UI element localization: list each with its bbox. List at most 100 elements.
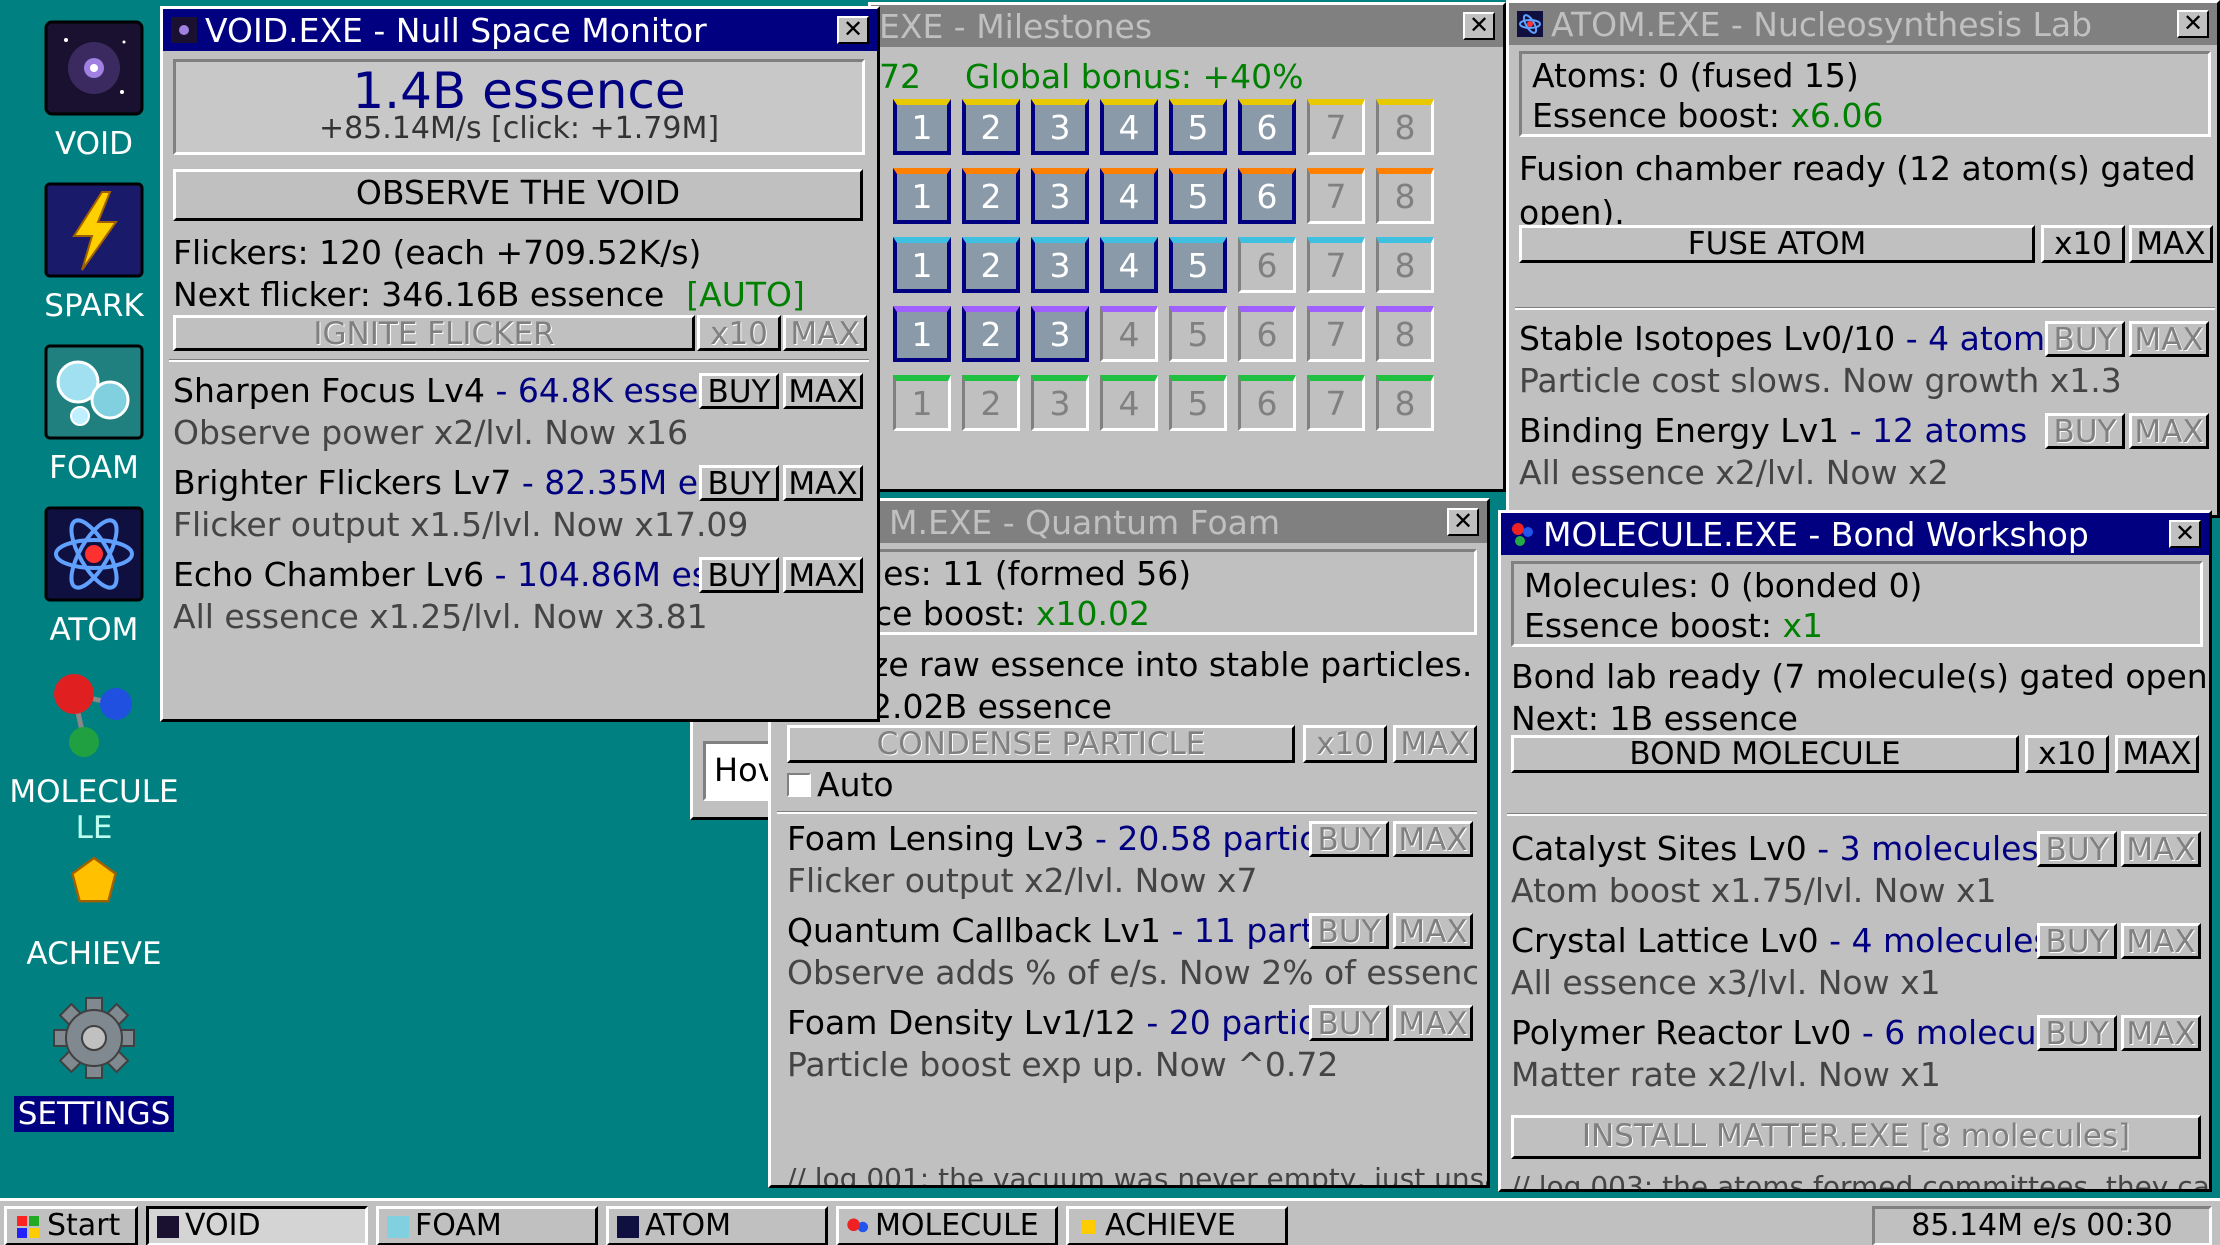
ignite-flicker-button[interactable]: IGNITE FLICKER: [173, 315, 695, 351]
buy-button[interactable]: BUY: [2045, 413, 2125, 449]
max-button[interactable]: MAX: [1393, 821, 1473, 857]
milestone-cell[interactable]: 5: [1169, 306, 1227, 362]
atom-window[interactable]: ATOM.EXE - Nucleosynthesis Lab ✕ Atoms: …: [1506, 0, 2220, 518]
buy-button[interactable]: BUY: [2037, 923, 2117, 959]
milestone-cell[interactable]: 1: [893, 237, 951, 293]
install-matter-button[interactable]: INSTALL MATTER.EXE [8 molecules]: [1511, 1115, 2201, 1159]
milestone-cell[interactable]: 5: [1169, 99, 1227, 155]
close-button[interactable]: ✕: [1463, 12, 1495, 40]
max-button[interactable]: MAX: [783, 557, 863, 593]
milestone-cell[interactable]: 2: [962, 237, 1020, 293]
milestone-cell[interactable]: 1: [893, 168, 951, 224]
milestone-cell[interactable]: 8: [1376, 99, 1434, 155]
desktop-icon-foam[interactable]: FOAM: [6, 344, 182, 486]
milestone-cell[interactable]: 3: [1031, 99, 1089, 155]
milestone-cell[interactable]: 3: [1031, 306, 1089, 362]
observe-void-button[interactable]: OBSERVE THE VOID: [173, 169, 863, 221]
milestone-cell[interactable]: 5: [1169, 375, 1227, 431]
buy-button[interactable]: BUY: [699, 465, 779, 501]
milestone-cell[interactable]: 4: [1100, 306, 1158, 362]
milestone-cell[interactable]: 7: [1307, 168, 1365, 224]
buy-button[interactable]: BUY: [1309, 913, 1389, 949]
max-button[interactable]: MAX: [2121, 1015, 2201, 1051]
buy-button[interactable]: BUY: [1309, 821, 1389, 857]
max-button[interactable]: MAX: [1393, 1005, 1473, 1041]
close-button[interactable]: ✕: [837, 16, 869, 44]
milestone-cell[interactable]: 6: [1238, 237, 1296, 293]
max-button[interactable]: MAX: [2129, 413, 2209, 449]
buy-button[interactable]: BUY: [699, 557, 779, 593]
max-button[interactable]: MAX: [1393, 725, 1477, 763]
milestone-cell[interactable]: 1: [893, 306, 951, 362]
milestone-cell[interactable]: 3: [1031, 237, 1089, 293]
desktop-icon-atom[interactable]: ATOM: [6, 506, 182, 648]
max-button[interactable]: MAX: [783, 315, 867, 351]
milestone-cell[interactable]: 6: [1238, 99, 1296, 155]
milestones-window[interactable]: EXE - Milestones ✕ 72 Global bonus: +40%…: [868, 2, 1506, 492]
max-button[interactable]: MAX: [1393, 913, 1473, 949]
max-button[interactable]: MAX: [783, 373, 863, 409]
taskbar-item-molecule[interactable]: MOLECULE: [836, 1206, 1058, 1245]
milestone-cell[interactable]: 7: [1307, 375, 1365, 431]
milestone-cell[interactable]: 1: [893, 99, 951, 155]
condense-particle-button[interactable]: CONDENSE PARTICLE: [787, 725, 1295, 763]
fuse-atom-button[interactable]: FUSE ATOM: [1519, 225, 2035, 263]
milestone-cell[interactable]: 8: [1376, 168, 1434, 224]
milestone-cell[interactable]: 2: [962, 168, 1020, 224]
milestone-cell[interactable]: 7: [1307, 306, 1365, 362]
max-button[interactable]: MAX: [2115, 735, 2199, 773]
taskbar-item-atom[interactable]: ATOM: [606, 1206, 828, 1245]
milestone-cell[interactable]: 8: [1376, 237, 1434, 293]
taskbar-item-void[interactable]: VOID: [146, 1206, 368, 1245]
milestone-cell[interactable]: 7: [1307, 99, 1365, 155]
milestone-cell[interactable]: 8: [1376, 375, 1434, 431]
buy-button[interactable]: BUY: [699, 373, 779, 409]
milestone-cell[interactable]: 8: [1376, 306, 1434, 362]
taskbar-item-achieve[interactable]: ACHIEVE: [1066, 1206, 1288, 1245]
close-button[interactable]: ✕: [1447, 508, 1479, 536]
milestone-cell[interactable]: 4: [1100, 99, 1158, 155]
buy-button[interactable]: BUY: [1309, 1005, 1389, 1041]
auto-checkbox[interactable]: [787, 773, 811, 797]
void-window[interactable]: VOID.EXE - Null Space Monitor ✕ 1.4B ess…: [160, 6, 880, 722]
milestone-cell[interactable]: 2: [962, 99, 1020, 155]
molecule-window[interactable]: MOLECULE.EXE - Bond Workshop ✕ Molecules…: [1498, 510, 2212, 1192]
milestone-cell[interactable]: 6: [1238, 375, 1296, 431]
close-button[interactable]: ✕: [2169, 520, 2201, 548]
milestone-cell[interactable]: 1: [893, 375, 951, 431]
void-titlebar[interactable]: VOID.EXE - Null Space Monitor ✕: [163, 9, 877, 51]
milestone-cell[interactable]: 4: [1100, 168, 1158, 224]
desktop-icon-molecule[interactable]: MOLECULE LE: [6, 668, 182, 846]
buy-button[interactable]: BUY: [2045, 321, 2125, 357]
desktop-icon-spark[interactable]: SPARK: [6, 182, 182, 324]
atom-titlebar[interactable]: ATOM.EXE - Nucleosynthesis Lab ✕: [1509, 3, 2217, 45]
max-button[interactable]: MAX: [783, 465, 863, 501]
milestone-cell[interactable]: 5: [1169, 168, 1227, 224]
milestone-cell[interactable]: 2: [962, 306, 1020, 362]
max-button[interactable]: MAX: [2129, 225, 2213, 263]
milestone-cell[interactable]: 3: [1031, 168, 1089, 224]
desktop-icon-settings[interactable]: SETTINGS: [6, 990, 182, 1132]
milestone-cell[interactable]: 7: [1307, 237, 1365, 293]
milestone-cell[interactable]: 2: [962, 375, 1020, 431]
milestone-cell[interactable]: 5: [1169, 237, 1227, 293]
x10-button[interactable]: x10: [697, 315, 781, 351]
bond-molecule-button[interactable]: BOND MOLECULE: [1511, 735, 2019, 773]
milestone-cell[interactable]: 4: [1100, 237, 1158, 293]
desktop-icon-void[interactable]: VOID: [6, 20, 182, 162]
buy-button[interactable]: BUY: [2037, 1015, 2117, 1051]
max-button[interactable]: MAX: [2129, 321, 2209, 357]
start-button[interactable]: Start: [4, 1206, 138, 1245]
molecule-titlebar[interactable]: MOLECULE.EXE - Bond Workshop ✕: [1501, 513, 2209, 555]
milestones-titlebar[interactable]: EXE - Milestones ✕: [871, 5, 1503, 47]
milestone-cell[interactable]: 6: [1238, 306, 1296, 362]
buy-button[interactable]: BUY: [2037, 831, 2117, 867]
taskbar-item-foam[interactable]: FOAM: [376, 1206, 598, 1245]
max-button[interactable]: MAX: [2121, 923, 2201, 959]
milestone-cell[interactable]: 3: [1031, 375, 1089, 431]
desktop-icon-achieve[interactable]: ACHIEVE: [6, 852, 182, 972]
max-button[interactable]: MAX: [2121, 831, 2201, 867]
milestone-cell[interactable]: 6: [1238, 168, 1296, 224]
x10-button[interactable]: x10: [1303, 725, 1387, 763]
close-button[interactable]: ✕: [2177, 10, 2209, 38]
